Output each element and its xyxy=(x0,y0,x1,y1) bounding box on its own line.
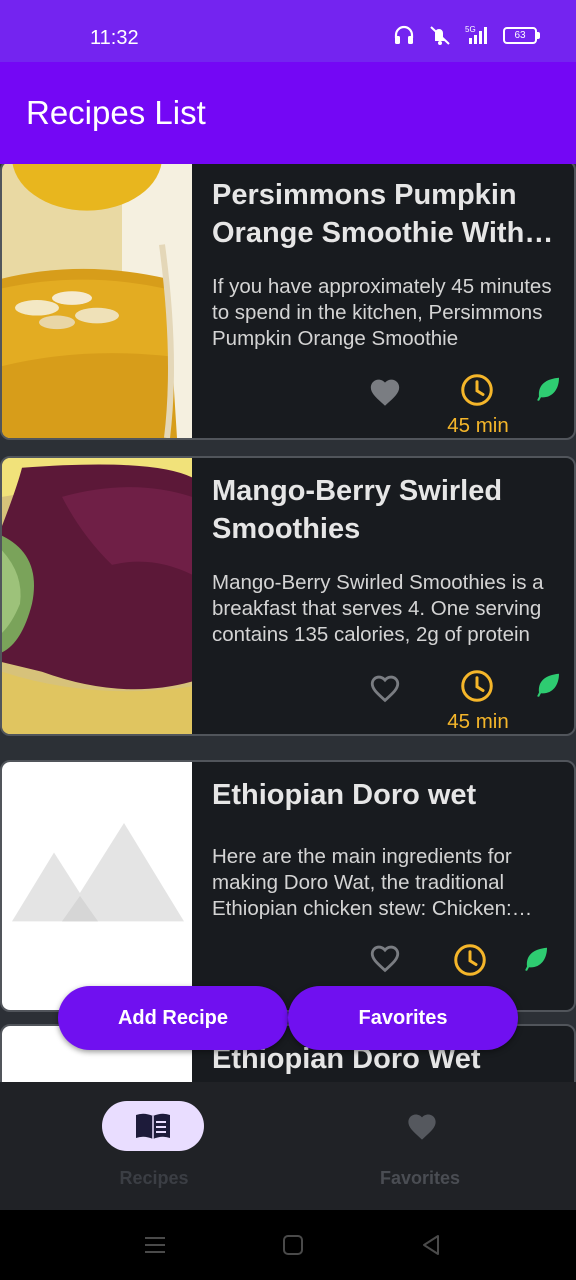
battery-indicator: 63 xyxy=(503,26,540,44)
vegan-leaf-icon xyxy=(537,377,559,401)
clock-icon xyxy=(461,670,493,702)
nav-item-favorites[interactable]: Favorites xyxy=(288,1082,576,1210)
status-bar: 11:32 5G 63 xyxy=(0,0,576,62)
recipe-title: Persimmons Pumpkin Orange Smoothie With … xyxy=(212,179,525,249)
system-navigation-bar xyxy=(0,1210,576,1280)
recipe-description: Here are the main ingredients for making… xyxy=(212,845,512,920)
heart-icon xyxy=(408,1114,436,1140)
recipe-list[interactable]: Persimmons Pumpkin Orange Smoothie With … xyxy=(0,164,576,1082)
recipe-description: If you have approximately 45 minutes to … xyxy=(212,275,552,350)
favorite-heart-outline-icon[interactable] xyxy=(368,672,402,706)
recipe-card[interactable]: Ethiopian Doro wet Here are the main ing… xyxy=(0,760,576,1012)
recipe-card[interactable]: Persimmons Pumpkin Orange Smoothie With … xyxy=(0,164,576,440)
book-icon xyxy=(136,1113,170,1139)
recipe-title: Mango-Berry Swirled Smoothies xyxy=(212,475,503,545)
vibrate-off-icon xyxy=(430,26,450,45)
cook-time: 45 min xyxy=(447,414,509,437)
recipe-image xyxy=(2,458,192,734)
nav-item-recipes[interactable]: Recipes xyxy=(0,1082,288,1210)
recipe-title: Ethiopian Doro wet xyxy=(212,779,477,811)
signal-icon: 5G xyxy=(465,25,487,44)
vegan-leaf-icon xyxy=(525,947,547,971)
vegan-leaf-icon xyxy=(537,673,559,697)
status-icons: 5G 63 xyxy=(393,24,540,46)
home-icon[interactable] xyxy=(282,1234,304,1256)
recipe-image-placeholder xyxy=(2,762,192,1010)
recipe-card[interactable]: Mango-Berry Swirled Smoothies Mango-Berr… xyxy=(0,456,576,736)
cook-time: 45 min xyxy=(447,710,509,733)
recipe-image xyxy=(2,164,192,438)
bottom-navigation: Recipes Favorites xyxy=(0,1082,576,1210)
clock-icon xyxy=(461,374,493,406)
favorite-heart-outline-icon[interactable] xyxy=(368,942,402,976)
network-type: 5G xyxy=(465,25,476,34)
nav-label-favorites: Favorites xyxy=(379,1168,461,1188)
menu-icon[interactable] xyxy=(144,1234,166,1256)
app-bar: Recipes List xyxy=(0,62,576,164)
add-recipe-button[interactable]: Add Recipe xyxy=(58,986,288,1050)
clock-icon xyxy=(454,944,486,976)
favorites-button[interactable]: Favorites xyxy=(288,986,518,1050)
status-time: 11:32 xyxy=(90,27,139,49)
nav-label-recipes: Recipes xyxy=(119,1168,189,1188)
page-title: Recipes List xyxy=(26,94,206,131)
back-icon[interactable] xyxy=(420,1234,442,1256)
nav-active-indicator xyxy=(102,1101,204,1151)
favorite-heart-icon[interactable] xyxy=(368,376,402,410)
recipe-description: Mango-Berry Swirled Smoothies is a break… xyxy=(212,571,544,646)
headphones-icon xyxy=(394,25,414,44)
battery-level: 63 xyxy=(514,29,526,41)
